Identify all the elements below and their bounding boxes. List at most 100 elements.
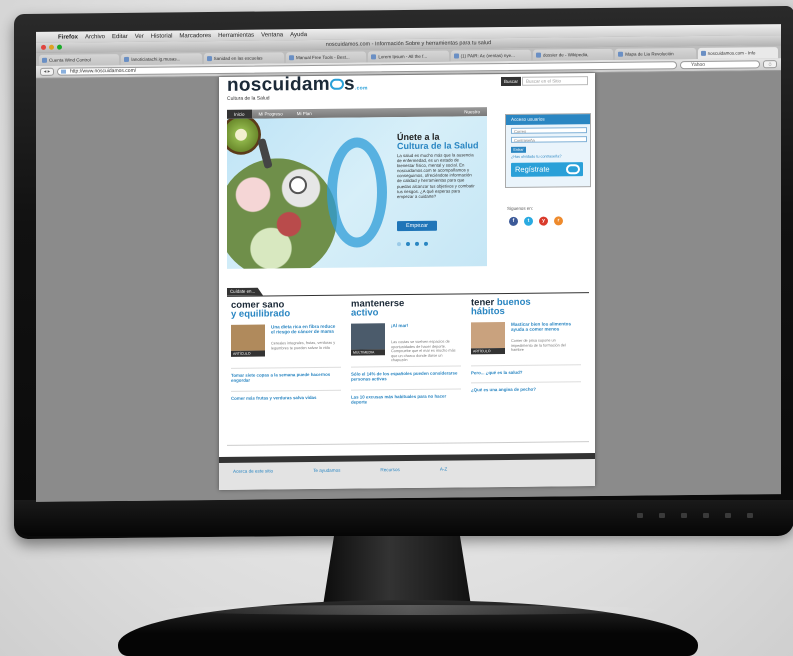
heart-icon	[566, 164, 580, 175]
site-footer: Acerca de este sitio Te ayudamos Recurso…	[219, 453, 595, 490]
article-link[interactable]: Las 10 excusas más habituales para no ha…	[351, 388, 461, 406]
tab-mi-progreso[interactable]: Mi Progreso	[252, 109, 290, 118]
hero-title: Únete a la Cultura de la Salud	[397, 132, 482, 151]
email-field[interactable]	[511, 127, 587, 134]
article-link[interactable]: Pero... ¿qué es la salud?	[471, 364, 581, 376]
tab-label: Manual Free Tools - Best...	[295, 54, 350, 61]
featured-article[interactable]: ARTÍCULO Una dieta rica en fibra reduce …	[231, 324, 341, 361]
featured-article[interactable]: ARTÍCULO Masticar bien los alimentos ayu…	[471, 321, 581, 358]
article-title[interactable]: Masticar bien los alimentos ayuda a come…	[511, 321, 579, 333]
register-label: Regístrate	[515, 164, 550, 174]
thumb-label: ARTÍCULO	[471, 347, 505, 355]
article-title[interactable]: ¡Al mar!	[391, 322, 459, 328]
tab-label: Sanidad en las escuelas	[213, 55, 263, 62]
site-tagline: Cultura de la Salud	[227, 95, 270, 102]
monitor-screen: Firefox Archivo Editar Ver Historial Mar…	[36, 24, 781, 502]
carousel-dot[interactable]	[415, 241, 419, 246]
tab-nuestro[interactable]: Nuestro	[457, 107, 487, 116]
home-button[interactable]: ⌂	[763, 60, 777, 69]
favicon-icon	[371, 54, 377, 60]
section-buenos-habitos: tener buenos hábitos ARTÍCULO Masticar bi…	[471, 297, 581, 394]
article-title[interactable]: Una dieta rica en fibra reduce el riesgo…	[271, 324, 339, 336]
article-link[interactable]: Tomar siete copas a la semana puede hace…	[231, 366, 341, 384]
logo-text: noscuidam	[227, 73, 330, 96]
tab-label: Lorem Ipsum - All the f...	[378, 53, 428, 60]
browser-tab[interactable]: Sanidad en las escuelas	[203, 52, 284, 65]
minimize-window-icon[interactable]	[49, 44, 54, 50]
section-mantenerse-activo: mantenerse activo MULTIMEDIA ¡Al mar! Las…	[351, 298, 461, 406]
menu-historial[interactable]: Historial	[151, 33, 173, 39]
menu-ver[interactable]: Ver	[135, 33, 144, 39]
browser-tab[interactable]: dossier de - Wikipedia,	[532, 48, 614, 61]
section-title: comer sano y equilibrado	[231, 299, 341, 320]
article-link[interactable]: Sólo el 14% de los españoles pueden cons…	[351, 365, 461, 383]
enter-button[interactable]: Entrar	[511, 146, 526, 153]
menu-app[interactable]: Firefox	[58, 34, 78, 40]
empezar-button[interactable]: Empezar	[397, 220, 437, 232]
article-link[interactable]: ¿Qué es una angina de pecho?	[471, 381, 581, 394]
article-text: Cereales integrales, frutas, verduras y …	[271, 340, 336, 350]
carousel-dot[interactable]	[406, 241, 410, 247]
browser-tab[interactable]: Mapa de Lia Revolución	[615, 47, 696, 60]
menu-herramientas[interactable]: Herramientas	[218, 32, 254, 38]
gauge-image	[289, 176, 307, 195]
youtube-icon[interactable]: y	[539, 216, 548, 226]
monitor-button	[681, 513, 687, 518]
menu-archivo[interactable]: Archivo	[85, 34, 105, 40]
carousel-dot[interactable]	[397, 242, 401, 247]
tab-label: Cuenta Wind Control	[49, 57, 91, 63]
tab-inicio[interactable]: Inicio	[227, 109, 252, 119]
menu-marcadores[interactable]: Marcadores	[179, 33, 211, 39]
browser-tab[interactable]: Cuenta Wind Control	[39, 54, 120, 66]
article-thumbnail	[471, 321, 505, 349]
carousel-dot[interactable]	[424, 241, 428, 246]
search-button[interactable]: Buscar	[501, 76, 521, 87]
menu-ventana[interactable]: Ventana	[261, 32, 283, 38]
back-forward-button[interactable]: ◂ ▸	[40, 67, 54, 76]
article-text: Comer de prisa supone un impedimento de …	[511, 338, 566, 352]
favicon-icon	[124, 56, 130, 62]
browser-tab-active[interactable]: noscuidamos.com - Info	[697, 47, 778, 59]
register-button[interactable]: Regístrate	[511, 162, 583, 177]
facebook-icon[interactable]: f	[509, 216, 518, 226]
browser-search-input[interactable]: Yahoo	[680, 60, 760, 70]
footer-link[interactable]: Recursos	[380, 467, 399, 472]
footer-link[interactable]: Acerca de este sitio	[233, 468, 273, 473]
window-controls	[41, 44, 62, 50]
favicon-icon	[453, 53, 459, 59]
monitor-buttons	[637, 513, 753, 518]
menu-ayuda[interactable]: Ayuda	[290, 32, 307, 38]
site-search-input[interactable]: Buscar en el Sitio	[522, 76, 588, 86]
zoom-window-icon[interactable]	[57, 44, 62, 50]
tab-mi-plan[interactable]: Mi Plan	[290, 109, 319, 118]
close-window-icon[interactable]	[41, 44, 46, 50]
tab-label: Mapa de Lia Revolución	[625, 51, 674, 57]
footer-link[interactable]: Te ayudamos	[313, 468, 340, 473]
favicon-icon	[42, 57, 47, 63]
browser-tab[interactable]: lanoticiatachi.ig.musas...	[121, 53, 202, 66]
food-image	[227, 157, 337, 269]
follow-label: Síguenos en:	[507, 205, 533, 211]
swirl-graphic	[327, 137, 387, 248]
article-text: Las costas se vuelven espacios de oportu…	[391, 339, 456, 363]
twitter-icon[interactable]: t	[524, 216, 533, 226]
thumb-label: ARTÍCULO	[231, 350, 265, 357]
browser-tab[interactable]: Manual Free Tools - Best...	[285, 51, 367, 64]
browser-tab[interactable]: (1) PAIR: Ac (ventas) nye...	[450, 49, 531, 62]
password-field[interactable]	[511, 136, 587, 143]
forgot-password-link[interactable]: ¿Has olvidado tu contraseña?	[511, 154, 585, 159]
article-link[interactable]: Comer más frutas y verduras salva vidas	[231, 389, 341, 402]
featured-article[interactable]: MULTIMEDIA ¡Al mar! Las costas se vuelve…	[351, 322, 461, 363]
tab-label: dossier de - Wikipedia,	[542, 52, 589, 58]
tab-label: noscuidamos.com - Info	[707, 50, 756, 56]
menu-editar[interactable]: Editar	[112, 33, 128, 39]
browser-viewport: noscuidam s.com Cultura de la Salud Busca…	[36, 71, 781, 502]
section-title-b: y equilibrado	[231, 308, 291, 320]
footer-link[interactable]: A-Z	[440, 467, 447, 472]
rss-icon[interactable]: r	[554, 216, 563, 226]
article-thumbnail	[351, 323, 385, 350]
browser-tab[interactable]: Lorem Ipsum - All the f...	[368, 50, 449, 63]
content-sections: comer sano y equilibrado ARTÍCULO Una die…	[227, 292, 589, 446]
monitor-button	[637, 513, 643, 518]
favicon-icon	[288, 55, 294, 61]
